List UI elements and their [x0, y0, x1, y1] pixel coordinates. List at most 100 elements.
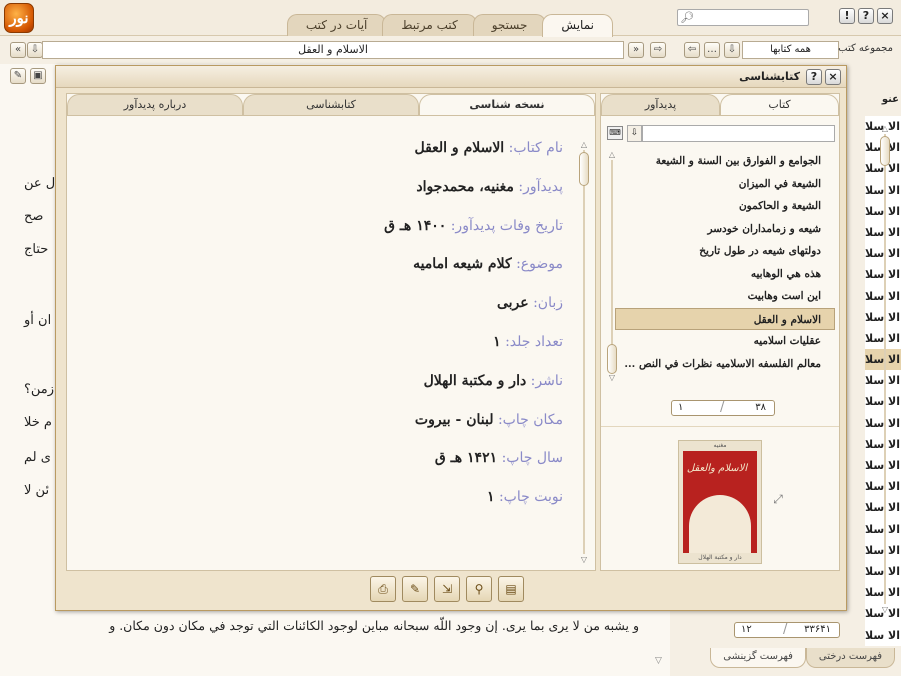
- down-arrow-icon[interactable]: ⇩: [27, 42, 43, 58]
- down-arrow-icon[interactable]: ⇩: [627, 125, 642, 142]
- address-field[interactable]: الاسلام و العقل: [42, 41, 624, 59]
- field-value: ۱۴۲۱ هـ ق: [434, 450, 498, 467]
- tab-bibliography[interactable]: کتابشناسی: [243, 94, 419, 115]
- book-list-item[interactable]: الشيعة و الحاكمون: [601, 195, 839, 218]
- dialog-toolbar: ⎙ ✎ ⇲ ⚲ ▤: [370, 576, 524, 602]
- question-button[interactable]: ?: [858, 8, 874, 24]
- close-button[interactable]: ×: [877, 8, 893, 24]
- reader-text-fragment: زمن؟: [24, 382, 55, 397]
- view-icon[interactable]: ▣: [30, 68, 46, 84]
- tab-author[interactable]: پدیدآور: [601, 94, 720, 115]
- contents-pager[interactable]: ۳۳۶۴۱ / ۱۲: [734, 622, 840, 638]
- book-list: الجوامع و الفوارق بين السنة و الشيعة الشي…: [601, 150, 839, 376]
- collapse-right-icon[interactable]: »: [628, 42, 644, 58]
- book-list-scrollbar[interactable]: △ ▽: [607, 150, 617, 382]
- reader-text-fragment: صح: [24, 209, 44, 224]
- book-pager[interactable]: ۳۸ / ۱: [671, 400, 775, 416]
- address-row: « ⇩ الاسلام و العقل » ⇨ ⇦ … ⇩ همه کتابها…: [0, 36, 901, 64]
- keyboard-icon[interactable]: ⌨: [607, 126, 623, 140]
- detail-field: زبان: عربی: [103, 295, 563, 334]
- detail-field: مکان چاپ: لبنان - بیروت: [103, 412, 563, 451]
- pager-current: ۱۲: [741, 624, 752, 635]
- reader-text-fragment: ئن لا: [24, 483, 50, 498]
- contents-scrollbar[interactable]: △ ▽: [880, 124, 890, 614]
- tab-selective-index[interactable]: فهرست گزینشی: [710, 648, 806, 668]
- scroll-down-icon[interactable]: ▽: [655, 656, 662, 666]
- reader-text-fragment: ى لم: [24, 450, 51, 465]
- field-value: ۱۴۰۰ هـ ق: [384, 217, 447, 234]
- contents-header: عنو: [881, 94, 899, 105]
- field-value: عربی: [496, 295, 529, 312]
- contents-tabs: فهرست درختی فهرست گزینشی: [710, 648, 895, 668]
- collection-label: مجموعه کتب: [838, 43, 893, 54]
- reader-bottom-line: و يشبه من لا يرى بما يرى. إن وجود اللّه …: [109, 618, 639, 633]
- field-value: لبنان - بیروت: [414, 411, 494, 428]
- tab-tree-index[interactable]: فهرست درختی: [805, 648, 895, 668]
- dialog-help-button[interactable]: ?: [806, 69, 822, 85]
- print-icon[interactable]: ⎙: [370, 576, 396, 602]
- book-list-item[interactable]: الجوامع و الفوارق بين السنة و الشيعة: [601, 150, 839, 173]
- more-icon[interactable]: …: [704, 42, 720, 58]
- book-list-item[interactable]: دولتهای شیعه در طول تاریخ: [601, 240, 839, 263]
- pager-total: ۱: [678, 402, 684, 413]
- tab-related-books[interactable]: کتب مرتبط: [382, 14, 477, 36]
- details-fields: نام کتاب: الاسلام و العقل پدیدآور: مغنیه،…: [103, 140, 563, 528]
- tab-manuscript[interactable]: نسخه شناسی: [419, 94, 595, 115]
- details-tabs: نسخه شناسی کتابشناسی درباره پدیدآور: [67, 94, 595, 116]
- tab-verses-in-books[interactable]: آیات در کتب: [286, 14, 387, 36]
- book-list-item[interactable]: معالم الفلسفه الاسلاميه نظرات في النص ..…: [601, 353, 839, 376]
- field-label: موضوع:: [516, 256, 563, 273]
- field-label: تعداد جلد:: [505, 333, 563, 350]
- detail-field: تعداد جلد: ۱: [103, 334, 563, 373]
- detail-field: سال چاپ: ۱۴۲۱ هـ ق: [103, 450, 563, 489]
- book-list-item[interactable]: الشيعة في الميزان: [601, 173, 839, 196]
- field-value: الاسلام و العقل: [414, 140, 505, 156]
- app-logo[interactable]: نور: [4, 3, 34, 33]
- field-value: ۱: [493, 333, 501, 350]
- dialog-title: کتابشناسی: [739, 70, 800, 83]
- collection-select[interactable]: همه کتابها: [742, 41, 839, 59]
- global-search-input[interactable]: 🔎︎: [677, 9, 809, 26]
- edit-icon[interactable]: ✎: [402, 576, 428, 602]
- details-pane: نسخه شناسی کتابشناسی درباره پدیدآور نام …: [66, 93, 596, 571]
- search-icon[interactable]: ⚲: [466, 576, 492, 602]
- details-scrollbar[interactable]: △ ▽: [579, 140, 589, 564]
- search-icon: 🔎︎: [680, 11, 694, 24]
- tab-display[interactable]: نمایش: [542, 14, 613, 37]
- book-list-item[interactable]: هذه هي الوهابيه: [601, 263, 839, 286]
- help-button[interactable]: !: [839, 8, 855, 24]
- book-pane: کتاب پدیدآور ⌨ ⇩ الجوامع و الفوارق بين ا…: [600, 93, 840, 571]
- book-list-item[interactable]: عقليات اسلاميه: [601, 330, 839, 353]
- pager-total: ۳۳۶۴۱: [804, 624, 831, 635]
- collapse-left-icon[interactable]: «: [10, 42, 26, 58]
- field-value: مغنیه، محمدجواد: [416, 178, 514, 195]
- detail-field: تاریخ وفات پدیدآور: ۱۴۰۰ هـ ق: [103, 218, 563, 257]
- tools-icon[interactable]: ✎: [10, 68, 26, 84]
- expand-icon[interactable]: ⤢: [771, 492, 785, 506]
- field-label: نوبت چاپ:: [498, 489, 563, 506]
- tab-book[interactable]: کتاب: [720, 94, 839, 115]
- field-label: نام کتاب:: [508, 140, 563, 156]
- tab-search[interactable]: جستجو: [472, 14, 547, 36]
- cover-publisher: دار و مکتبة الهلال: [698, 554, 742, 561]
- field-value: کلام شیعه امامیه: [413, 256, 512, 273]
- reader-text-fragment: م خلا: [24, 415, 52, 430]
- page-icon[interactable]: ▤: [498, 576, 524, 602]
- field-label: پدیدآور:: [518, 178, 563, 195]
- book-list-item[interactable]: الاسلام و العقل: [615, 307, 835, 330]
- export-icon[interactable]: ⇲: [434, 576, 460, 602]
- contents-item[interactable]: الا سلا: [865, 625, 901, 646]
- field-value: دار و مکتبة الهلال: [423, 372, 527, 389]
- down-arrow-icon[interactable]: ⇩: [724, 42, 740, 58]
- reader-text-fragment: ان أو: [24, 313, 52, 328]
- book-search-input[interactable]: [642, 125, 835, 142]
- forward-arrow-icon[interactable]: ⇨: [650, 42, 666, 58]
- tab-about-author[interactable]: درباره پدیدآور: [67, 94, 243, 115]
- back-arrow-icon[interactable]: ⇦: [684, 42, 700, 58]
- dialog-titlebar: × ? کتابشناسی: [56, 66, 846, 88]
- dialog-close-button[interactable]: ×: [825, 69, 841, 85]
- book-list-item[interactable]: این است وهابیت: [601, 285, 839, 308]
- reader-text-fragment: حتاج: [24, 242, 49, 257]
- reader-text-fragment: ل عن: [24, 176, 56, 191]
- book-list-item[interactable]: شیعه و زمامداران خودسر: [601, 218, 839, 241]
